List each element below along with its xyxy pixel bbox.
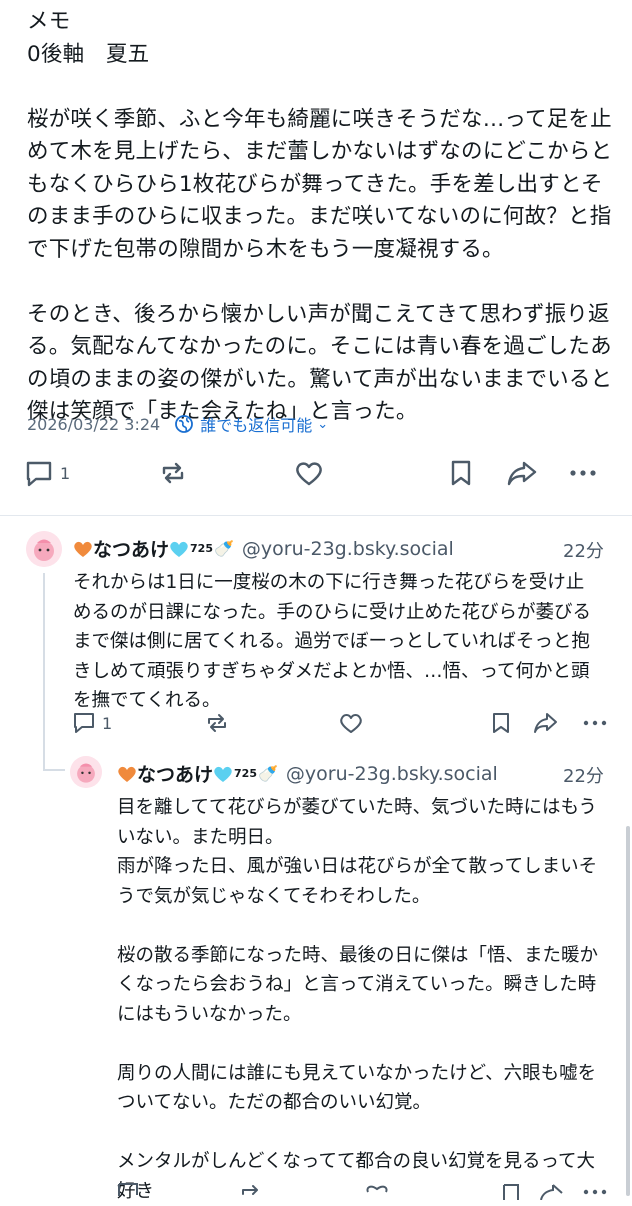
scrollbar[interactable]: [626, 826, 630, 1196]
divider: [0, 515, 632, 516]
author-handle: @yoru-23g.bsky.social: [285, 762, 498, 785]
share-button[interactable]: [532, 711, 558, 735]
author-handle: @yoru-23g.bsky.social: [241, 537, 454, 560]
orange-heart-icon: [74, 541, 92, 557]
bookmark-icon: [503, 1184, 519, 1200]
post-body: メモ 0後軸 夏五 桜が咲く季節、ふと今年も綺麗に咲きそうだな…って足を止めて木…: [27, 9, 613, 424]
reply-text: 目を離してて花びらが萎びていた時、気づいた時にはもういない。また明日。 雨が降っ…: [117, 797, 599, 1202]
thread-line: [43, 573, 45, 771]
cyan-heart-icon: [214, 766, 232, 782]
reply-count: 1: [60, 463, 71, 483]
repost-icon: [208, 714, 226, 732]
share-button[interactable]: [538, 1182, 564, 1200]
thread-connector: [43, 769, 65, 771]
repost-button[interactable]: [238, 1182, 264, 1200]
ellipsis-icon: [583, 1189, 607, 1195]
avatar-image: [70, 756, 102, 788]
author-name-suffix: 725: [190, 542, 213, 555]
reply-author[interactable]: なつあけ 725 🍼 @yoru-23g.bsky.social: [117, 760, 498, 787]
reply-time: 22分: [563, 766, 604, 787]
ellipsis-icon: [570, 470, 596, 476]
author-name-suffix: 725: [234, 767, 257, 780]
reply-setting-label: 誰でも返信可能: [200, 416, 313, 435]
heart-icon: [366, 1185, 388, 1193]
share-icon: [507, 461, 537, 486]
chevron-down-icon: ⌄: [317, 416, 329, 432]
reply-icon: [26, 461, 52, 487]
share-icon: [534, 713, 557, 733]
post-meta: 2026/03/22 3:24 誰でも返信可能 ⌄: [27, 410, 328, 438]
post-timestamp: 2026/03/22 3:24: [27, 414, 161, 434]
reply-text: それからは1日に一度桜の木の下に行き舞った花びらを受け止めるのが日課になった。手…: [73, 572, 592, 711]
reply-button[interactable]: [116, 1182, 140, 1200]
avatar[interactable]: [26, 531, 62, 567]
author-name: なつあけ 725 🍼: [117, 760, 278, 787]
reply-author[interactable]: なつあけ 725 🍼 @yoru-23g.bsky.social: [73, 535, 454, 562]
reply-time: 22分: [563, 541, 604, 562]
globe-icon: [175, 415, 194, 433]
reply-setting-button[interactable]: 誰でも返信可能 ⌄: [174, 412, 328, 436]
reply-button[interactable]: 1: [72, 711, 112, 735]
reply-icon: [74, 713, 94, 733]
heart-icon: [296, 462, 322, 486]
author-display-name: なつあけ: [93, 539, 170, 561]
baby-bottle-icon: 🍼: [257, 764, 278, 783]
bookmark-button[interactable]: [500, 1182, 522, 1200]
share-icon: [540, 1184, 563, 1200]
like-button[interactable]: [364, 1182, 390, 1200]
share-button[interactable]: [506, 459, 538, 487]
bookmark-button[interactable]: [490, 711, 512, 735]
reply-count: 1: [102, 713, 113, 733]
repost-button[interactable]: [158, 459, 188, 487]
heart-icon: [340, 714, 362, 733]
repost-icon: [242, 1185, 258, 1195]
ellipsis-icon: [583, 720, 607, 726]
like-button[interactable]: [294, 459, 324, 487]
more-options-button[interactable]: [582, 711, 608, 735]
bookmark-icon: [493, 713, 509, 733]
orange-heart-icon: [118, 766, 136, 782]
cyan-heart-icon: [170, 541, 188, 557]
avatar-image: [26, 531, 62, 567]
reply-icon: [118, 1183, 138, 1196]
repost-button[interactable]: [204, 711, 230, 735]
author-display-name: なつあけ: [137, 764, 214, 786]
like-button[interactable]: [338, 711, 364, 735]
repost-icon: [162, 462, 184, 484]
reply-button[interactable]: 1: [24, 459, 70, 487]
bookmark-button[interactable]: [448, 459, 474, 487]
bookmark-icon: [451, 460, 471, 486]
more-options-button[interactable]: [568, 459, 598, 487]
author-name: なつあけ 725 🍼: [73, 535, 234, 562]
baby-bottle-icon: 🍼: [213, 539, 234, 558]
avatar[interactable]: [70, 756, 102, 788]
more-options-button[interactable]: [582, 1186, 608, 1196]
